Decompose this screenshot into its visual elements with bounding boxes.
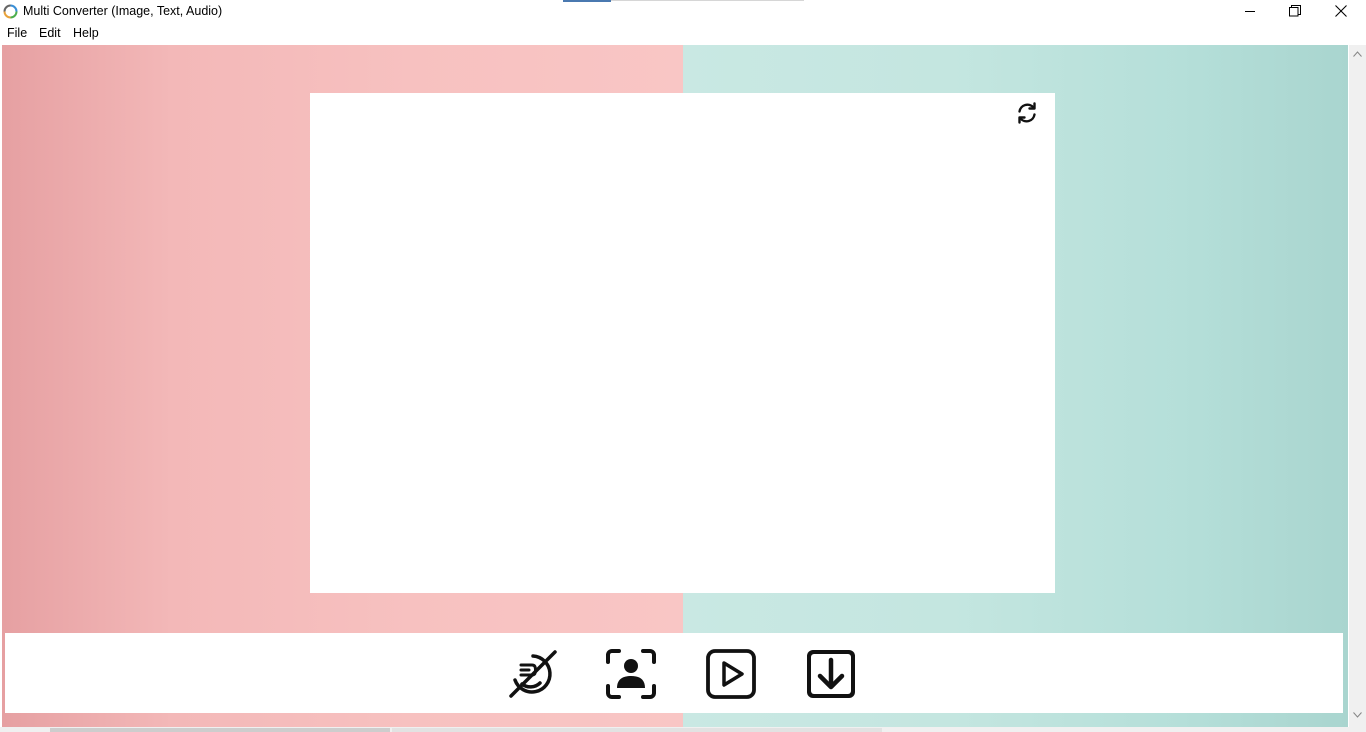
menu-edit[interactable]: Edit bbox=[39, 26, 61, 40]
menu-file[interactable]: File bbox=[7, 26, 27, 40]
menu-help[interactable]: Help bbox=[73, 26, 99, 40]
converter-app-icon bbox=[3, 4, 18, 19]
minimize-icon bbox=[1244, 10, 1255, 12]
horizontal-scrollbar[interactable] bbox=[0, 727, 1366, 732]
horizontal-scroll-track-segment bbox=[392, 728, 882, 732]
preview-area bbox=[310, 93, 1055, 593]
window-title: Multi Converter (Image, Text, Audio) bbox=[23, 4, 223, 18]
refresh-button[interactable] bbox=[1013, 99, 1041, 127]
vertical-scrollbar[interactable] bbox=[1349, 45, 1366, 727]
scroll-up-arrow-icon[interactable] bbox=[1353, 51, 1362, 57]
person-scan-icon bbox=[606, 649, 656, 699]
text-recognition-button[interactable] bbox=[505, 648, 557, 700]
download-icon bbox=[807, 650, 855, 698]
title-bar: Multi Converter (Image, Text, Audio) bbox=[0, 0, 1366, 23]
title-accent bbox=[563, 0, 611, 2]
minimize-button[interactable] bbox=[1227, 0, 1273, 22]
main-canvas bbox=[2, 45, 1348, 732]
text-recognition-off-icon bbox=[509, 650, 557, 698]
close-button[interactable] bbox=[1318, 0, 1364, 22]
play-icon bbox=[706, 649, 756, 699]
play-button[interactable] bbox=[705, 648, 757, 700]
menu-bar: File Edit Help bbox=[0, 23, 1366, 43]
download-button[interactable] bbox=[805, 648, 857, 700]
scroll-down-arrow-icon[interactable] bbox=[1353, 712, 1362, 718]
action-toolbar bbox=[5, 633, 1343, 713]
refresh-icon bbox=[1018, 102, 1036, 124]
close-icon bbox=[1335, 5, 1347, 17]
person-scan-button[interactable] bbox=[605, 648, 657, 700]
restore-icon bbox=[1289, 5, 1301, 17]
maximize-button[interactable] bbox=[1272, 0, 1318, 22]
horizontal-scroll-thumb[interactable] bbox=[50, 728, 390, 732]
title-accent-line bbox=[611, 0, 804, 1]
